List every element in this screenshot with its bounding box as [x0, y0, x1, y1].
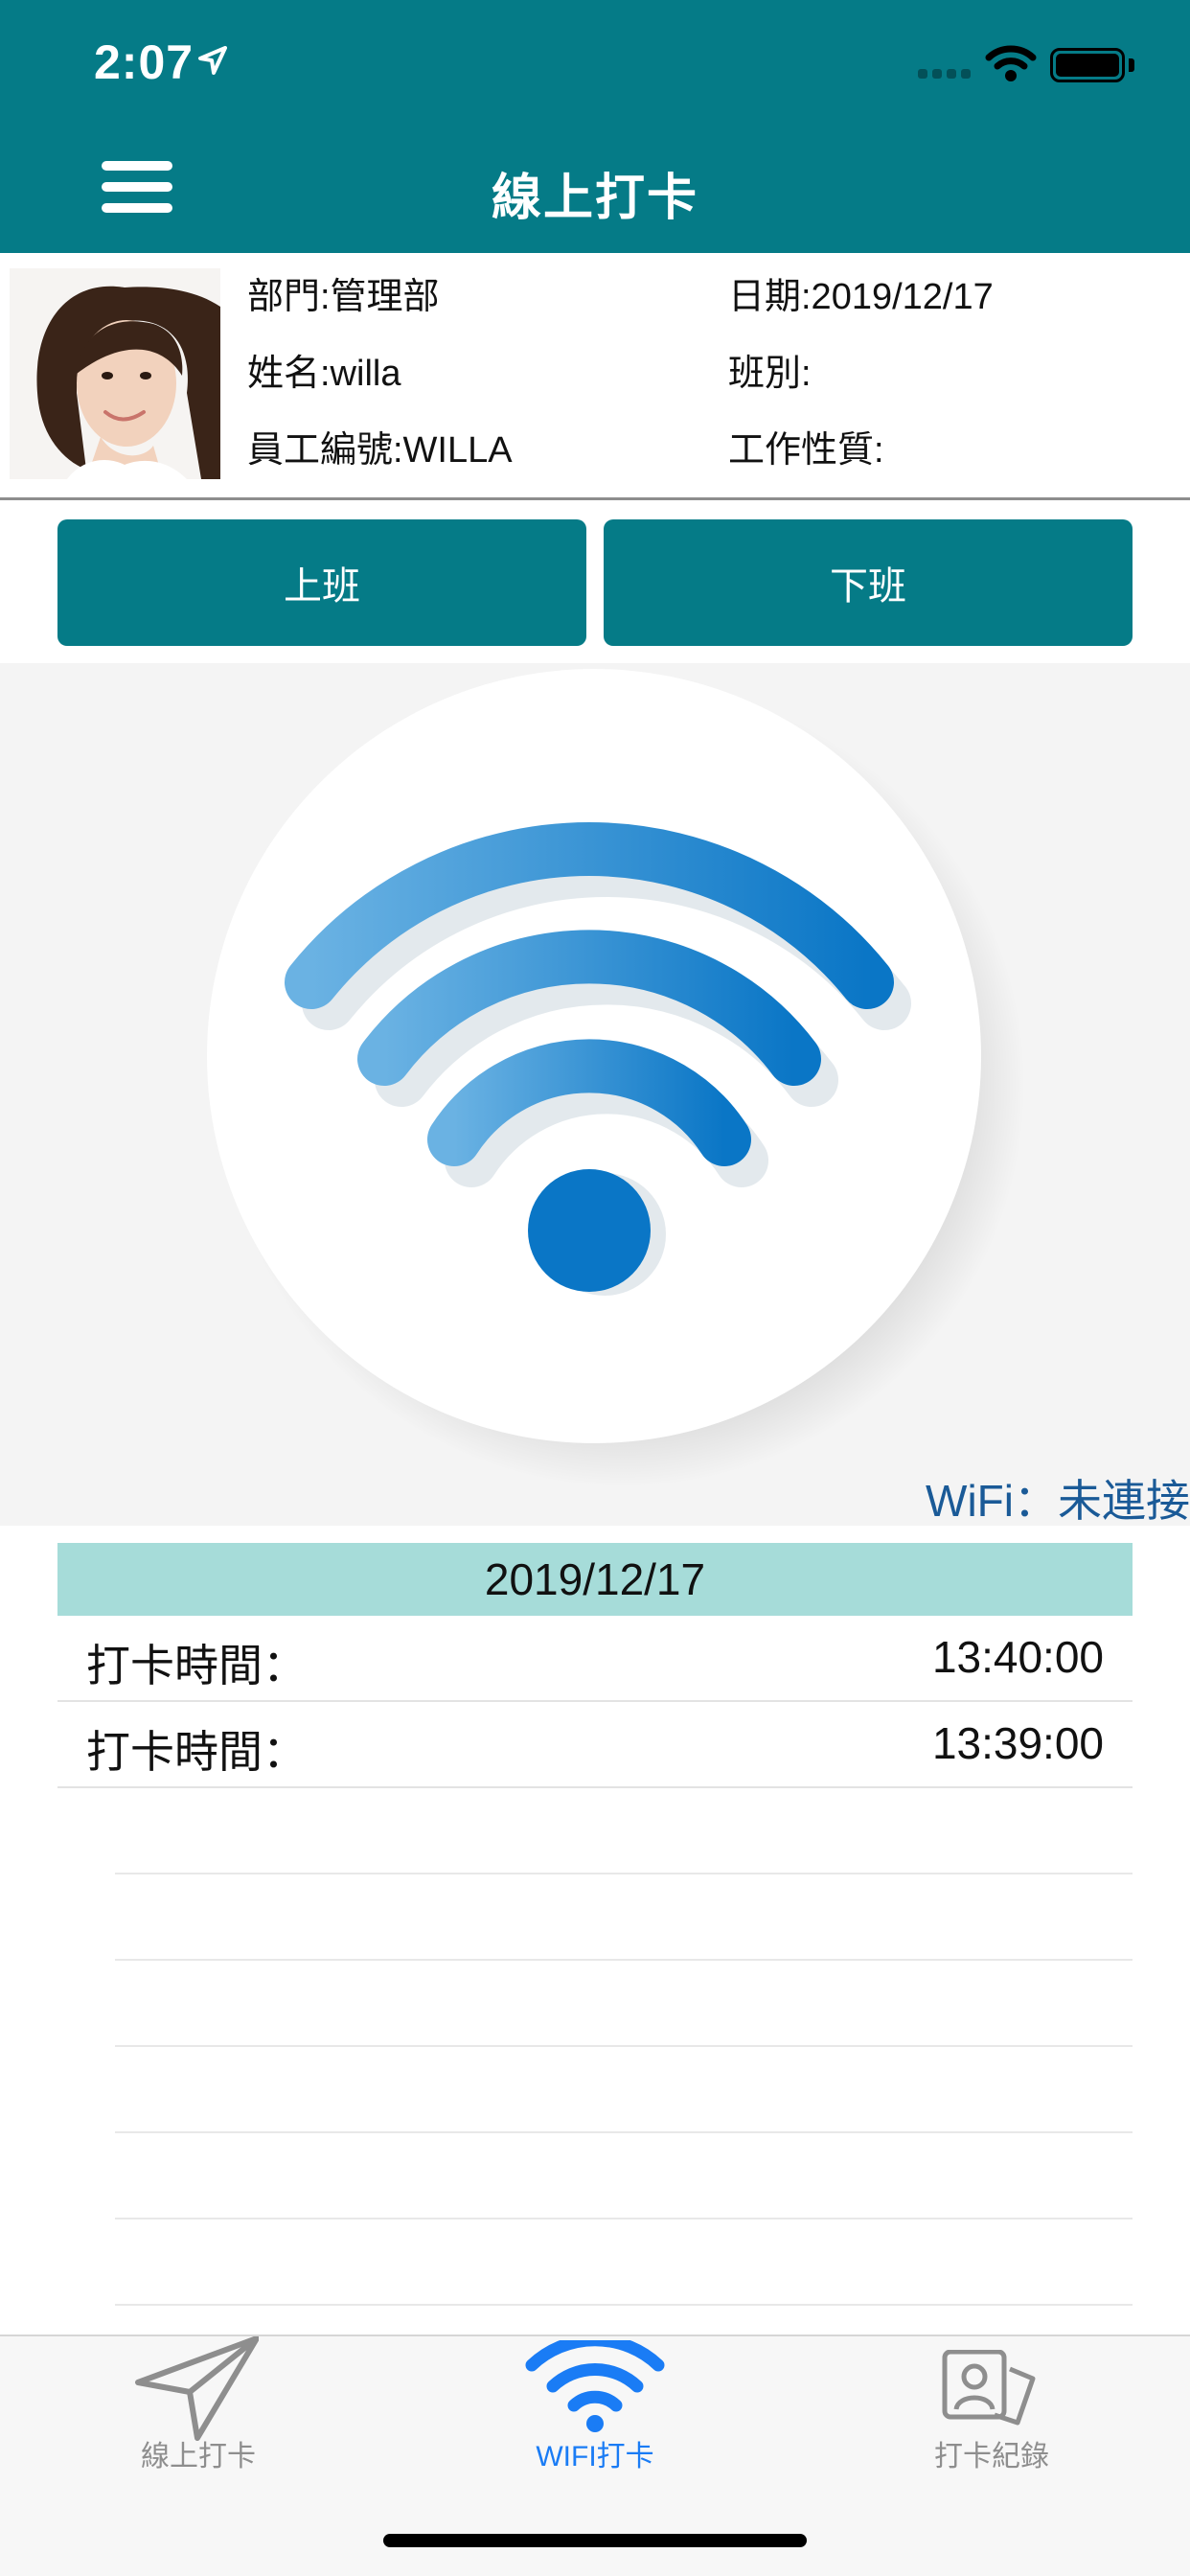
tab-label: 打卡紀錄: [934, 2441, 1049, 2472]
battery-tip: [1129, 58, 1134, 72]
battery-icon: [1050, 48, 1125, 82]
tab-punch-records[interactable]: 打卡紀錄: [793, 2336, 1190, 2509]
avatar-photo: [10, 268, 220, 479]
empty-row-divider: [115, 2131, 1133, 2133]
records-date-header: 2019/12/17: [57, 1543, 1133, 1616]
record-row: 打卡時間： 13:39:00: [57, 1702, 1133, 1788]
home-indicator[interactable]: [383, 2534, 807, 2547]
location-arrow-icon: [198, 46, 227, 75]
record-time: 13:39:00: [931, 1718, 1104, 1768]
navigation-bar: 2:07 線上打卡: [0, 0, 1190, 253]
avatar: [10, 268, 220, 479]
clock-out-button[interactable]: 下班: [604, 519, 1133, 646]
record-row: 打卡時間： 13:40:00: [57, 1616, 1133, 1702]
employee-id-text: 員工編號:WILLA: [247, 430, 513, 471]
cellular-signal-icon: [918, 69, 972, 79]
paper-plane-icon: [135, 2336, 259, 2441]
empty-row-divider: [115, 1959, 1133, 1961]
page-title: 線上打卡: [491, 171, 698, 226]
work-type-text: 工作性質:: [728, 430, 884, 471]
department-text: 部門:管理部: [247, 277, 440, 317]
empty-row-divider: [115, 2218, 1133, 2220]
contact-card-icon: [942, 2350, 1036, 2426]
wifi-status-icon: [985, 45, 1037, 81]
record-label: 打卡時間：: [86, 1641, 307, 1690]
record-label: 打卡時間：: [86, 1727, 307, 1777]
tab-online-punch[interactable]: 線上打卡: [0, 2336, 397, 2509]
shift-text: 班別:: [728, 354, 812, 394]
wifi-panel: WiFi：未連接: [0, 663, 1190, 1526]
tab-label: 線上打卡: [141, 2441, 256, 2472]
record-time: 13:40:00: [931, 1632, 1104, 1682]
tab-label: WIFI打卡: [536, 2441, 654, 2472]
employee-name-text: 姓名:willa: [247, 354, 401, 394]
clock-in-button[interactable]: 上班: [57, 519, 586, 646]
empty-row-divider: [115, 2045, 1133, 2047]
wifi-large-icon[interactable]: [0, 663, 1190, 1526]
tab-wifi-punch[interactable]: WIFI打卡: [397, 2336, 793, 2509]
wifi-connection-status: WiFi：未連接: [926, 1476, 1190, 1526]
status-time: 2:07: [94, 35, 195, 89]
wifi-icon: [525, 2340, 665, 2432]
employee-profile: 部門:管理部 姓名:willa 員工編號:WILLA 日期:2019/12/17…: [0, 253, 1190, 500]
date-text: 日期:2019/12/17: [728, 277, 994, 317]
empty-row-divider: [115, 2304, 1133, 2306]
empty-row-divider: [115, 1873, 1133, 1874]
